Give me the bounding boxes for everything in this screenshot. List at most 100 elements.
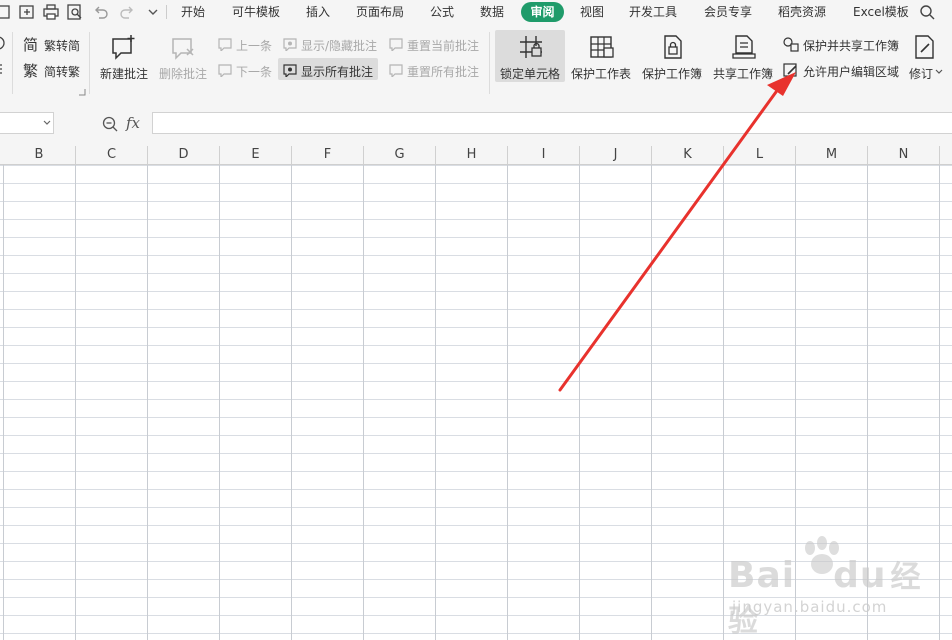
protect-sheet-button[interactable]: 保护工作表 (571, 65, 631, 82)
share-workbook-icon (732, 35, 756, 59)
watermark-brand-bai: Bai (728, 555, 796, 596)
protect-and-share-button[interactable]: 保护并共享工作簿 (803, 37, 899, 54)
gridline (291, 165, 292, 640)
column-headers: B C D E F G H I J K L M N (0, 146, 952, 165)
word-count-icon[interactable] (0, 62, 6, 78)
new-comment-icon (112, 35, 135, 60)
open-file-icon[interactable] (0, 3, 12, 21)
column-header-j[interactable]: J (580, 146, 652, 164)
group-divider (489, 32, 490, 94)
previous-comment-icon (218, 38, 232, 51)
column-header-c[interactable]: C (76, 146, 148, 164)
simp-to-trad-button[interactable]: 简转繁 (44, 63, 80, 80)
review-ribbon: 简 繁转简 繁 简转繁 新建批注 删除批注 上一条 下一条 显示/隐藏批注 显示… (0, 24, 952, 100)
gridline (579, 165, 580, 640)
lock-cells-button[interactable]: 锁定单元格 (500, 65, 560, 82)
column-header-k[interactable]: K (652, 146, 724, 164)
print-preview-icon[interactable] (66, 3, 84, 21)
group-divider (12, 32, 13, 94)
tab-start[interactable]: 开始 (181, 4, 205, 20)
reset-current-comment-button[interactable]: 重置当前批注 (407, 37, 479, 54)
show-hide-comment-icon (283, 38, 297, 51)
track-changes-icon (915, 35, 934, 59)
chevron-down-icon[interactable] (935, 68, 943, 76)
search-icon[interactable] (918, 3, 936, 21)
watermark-url: jingyan.baidu.com (732, 598, 888, 616)
gridline (3, 165, 4, 640)
column-header-n[interactable]: N (868, 146, 940, 164)
delete-comment-icon (172, 38, 194, 60)
trad-to-simp-icon: 简 (23, 36, 38, 53)
gridline (147, 165, 148, 640)
export-icon[interactable] (18, 3, 36, 21)
column-header-i[interactable]: I (508, 146, 580, 164)
column-header-g[interactable]: G (364, 146, 436, 164)
tab-keniu-templates[interactable]: 可牛模板 (232, 4, 280, 20)
simp-to-trad-icon: 繁 (23, 62, 38, 79)
watermark-brand: Bai__du经验 (728, 552, 938, 640)
fx-icon[interactable]: fx (126, 114, 140, 132)
zoom-icon[interactable] (101, 115, 119, 133)
undo-icon[interactable] (92, 3, 110, 21)
new-comment-button[interactable]: 新建批注 (100, 65, 148, 82)
tab-page-layout[interactable]: 页面布局 (356, 4, 404, 20)
reset-all-comments-button[interactable]: 重置所有批注 (407, 63, 479, 80)
lock-cells-icon (520, 36, 542, 58)
gridline (939, 165, 940, 640)
protect-sheet-icon (590, 36, 614, 58)
show-all-comments-icon (283, 64, 297, 77)
gridline (435, 165, 436, 640)
print-icon[interactable] (42, 3, 60, 21)
column-header-l[interactable]: L (724, 146, 796, 164)
redo-icon[interactable] (118, 3, 136, 21)
allow-edit-ranges-icon (783, 63, 797, 77)
protect-workbook-button[interactable]: 保护工作簿 (642, 65, 702, 82)
tab-insert[interactable]: 插入 (306, 4, 330, 20)
column-header-h[interactable]: H (436, 146, 508, 164)
tab-formulas[interactable]: 公式 (430, 4, 454, 20)
tab-view[interactable]: 视图 (580, 4, 604, 20)
group-divider (89, 32, 90, 94)
column-header-m[interactable]: M (796, 146, 868, 164)
menu-bar: 开始 可牛模板 插入 页面布局 公式 数据 审阅 视图 开发工具 会员专享 稻壳… (0, 0, 952, 24)
gridline (507, 165, 508, 640)
next-comment-button[interactable]: 下一条 (236, 63, 272, 80)
divider (166, 5, 167, 19)
previous-comment-button[interactable]: 上一条 (236, 37, 272, 54)
baidu-jingyan-watermark: Bai__du经验 jingyan.baidu.com (728, 536, 938, 639)
protect-workbook-icon (664, 35, 682, 59)
gridline (723, 165, 724, 640)
share-workbook-button[interactable]: 共享工作簿 (713, 65, 773, 82)
tab-docer-resources[interactable]: 稻壳资源 (778, 4, 826, 20)
gridline (651, 165, 652, 640)
show-all-comments-button[interactable]: 显示所有批注 (301, 63, 373, 80)
allow-edit-ranges-button[interactable]: 允许用户编辑区域 (803, 63, 899, 80)
gridline (219, 165, 220, 640)
tab-developer-tools[interactable]: 开发工具 (629, 4, 677, 20)
trad-to-simp-button[interactable]: 繁转简 (44, 37, 80, 54)
svg-text:简: 简 (23, 36, 38, 53)
tab-data[interactable]: 数据 (480, 4, 504, 20)
tab-excel-templates[interactable]: Excel模板 (853, 4, 909, 20)
chevron-down-icon[interactable] (43, 120, 51, 126)
watermark-brand-du: du (833, 555, 887, 596)
protect-and-share-icon (783, 37, 799, 52)
gridline (75, 165, 76, 640)
tab-member-exclusive[interactable]: 会员专享 (704, 4, 752, 20)
column-header-e[interactable]: E (220, 146, 292, 164)
group-launcher-icon[interactable] (78, 88, 86, 96)
next-comment-icon (218, 64, 232, 77)
formula-input[interactable] (152, 112, 952, 134)
track-changes-button[interactable]: 修订 (909, 65, 933, 82)
column-header-f[interactable]: F (292, 146, 364, 164)
column-header-b[interactable]: B (3, 146, 76, 164)
spelling-check-icon[interactable] (0, 34, 8, 52)
show-hide-comment-button[interactable]: 显示/隐藏批注 (301, 37, 377, 54)
reset-all-comments-icon (389, 64, 403, 77)
formula-bar: fx (0, 100, 952, 146)
chevron-down-icon[interactable] (144, 3, 162, 21)
tab-review[interactable]: 审阅 (521, 2, 564, 22)
delete-comment-button[interactable]: 删除批注 (159, 65, 207, 82)
column-header-d[interactable]: D (148, 146, 220, 164)
svg-text:繁: 繁 (23, 62, 38, 79)
